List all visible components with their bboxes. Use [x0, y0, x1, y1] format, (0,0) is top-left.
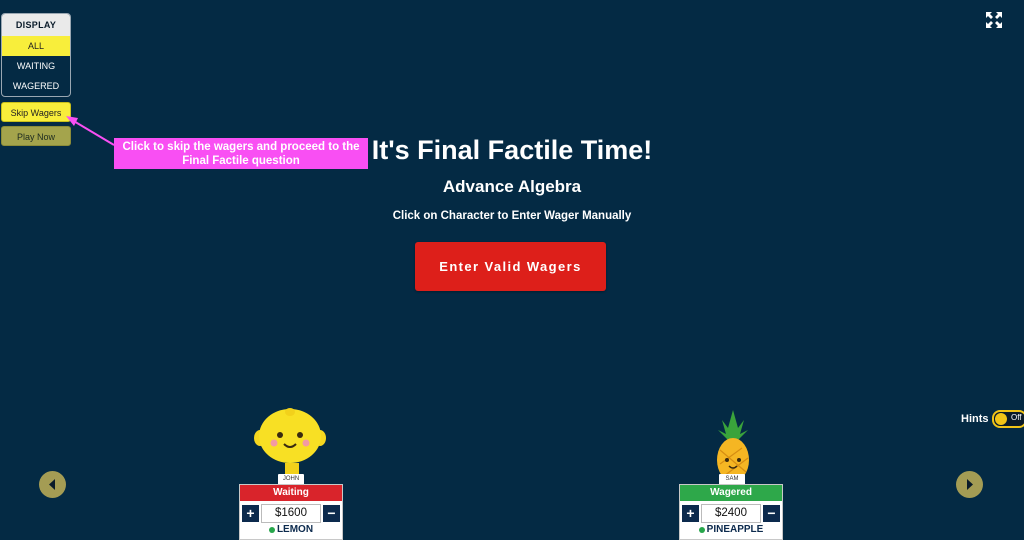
minus-icon[interactable]: −: [763, 505, 780, 522]
minus-icon[interactable]: −: [323, 505, 340, 522]
plus-icon[interactable]: +: [242, 505, 259, 522]
status-badge: Waiting: [240, 485, 342, 501]
instruction-text: Click on Character to Enter Wager Manual…: [0, 210, 1024, 222]
display-option-waiting[interactable]: WAITING: [2, 56, 70, 76]
hints-control: Hints Off: [961, 410, 1024, 428]
callout-line-2: Final Factile question: [114, 154, 368, 168]
callout-line-1: Click to skip the wagers and proceed to …: [114, 140, 368, 154]
toggle-knob: [995, 413, 1007, 425]
next-page-button[interactable]: [956, 471, 983, 498]
wager-amount[interactable]: $1600: [261, 504, 321, 523]
hints-label: Hints: [961, 413, 989, 425]
fullscreen-icon[interactable]: [986, 12, 1002, 28]
display-option-wagered[interactable]: WAGERED: [2, 76, 70, 96]
hints-toggle[interactable]: Off: [992, 410, 1024, 428]
wager-amount[interactable]: $2400: [701, 504, 761, 523]
plus-icon[interactable]: +: [682, 505, 699, 522]
previous-page-button[interactable]: [39, 471, 66, 498]
pineapple-character[interactable]: [712, 410, 754, 484]
player-card-lemon: Waiting + $1600 − LEMON: [239, 484, 343, 540]
character-name: LEMON: [277, 524, 313, 535]
display-filter-panel: DISPLAY ALL WAITING WAGERED: [1, 13, 71, 97]
enter-valid-wagers-button[interactable]: Enter Valid Wagers: [415, 242, 606, 291]
character-name: PINEAPPLE: [707, 524, 764, 535]
online-indicator: [269, 527, 275, 533]
online-indicator: [699, 527, 705, 533]
display-option-all[interactable]: ALL: [2, 36, 70, 56]
skip-wagers-button[interactable]: Skip Wagers: [1, 102, 71, 122]
display-header: DISPLAY: [2, 14, 70, 36]
hints-state: Off: [1011, 413, 1022, 422]
player-card-pineapple: Wagered + $2400 − PINEAPPLE: [679, 484, 783, 540]
category-title: Advance Algebra: [0, 177, 1024, 197]
chevron-right-icon: [956, 471, 983, 498]
annotation-callout: Click to skip the wagers and proceed to …: [114, 138, 368, 169]
status-badge: Wagered: [680, 485, 782, 501]
chevron-left-icon: [39, 471, 66, 498]
